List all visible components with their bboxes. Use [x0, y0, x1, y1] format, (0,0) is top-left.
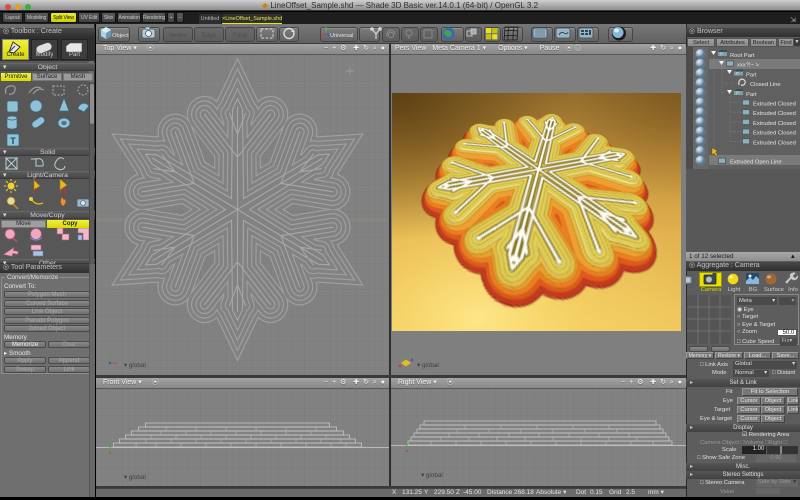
svg-text:Extruded Closed: Extruded Closed: [753, 131, 796, 137]
svg-text:▾ global: ▾ global: [421, 472, 443, 479]
svg-text:Part: Part: [746, 92, 757, 98]
svg-text:Extruded Closed: Extruded Closed: [753, 102, 796, 108]
svg-text:Extruded Open Line: Extruded Open Line: [730, 160, 782, 166]
svg-text:Extruded Closed: Extruded Closed: [753, 121, 796, 127]
svg-text:T: T: [10, 136, 16, 146]
svg-text:Extruded Closed: Extruded Closed: [753, 111, 796, 117]
svg-text:Extruded Closed: Extruded Closed: [753, 140, 796, 146]
svg-text:▾ global: ▾ global: [124, 474, 146, 481]
svg-text:Part: Part: [746, 72, 757, 78]
svg-text:Edge: Edge: [202, 32, 217, 39]
svg-text:▾ global: ▾ global: [417, 362, 439, 369]
svg-text:Object: Object: [112, 33, 129, 39]
svg-text:Closed Line: Closed Line: [750, 82, 781, 88]
svg-text:xxx?!~ >: xxx?!~ >: [737, 63, 760, 69]
svg-text:Face: Face: [233, 32, 247, 39]
svg-text:▾ global: ▾ global: [124, 362, 146, 369]
svg-text:Vertex: Vertex: [169, 32, 188, 39]
svg-text:Root Part: Root Part: [730, 53, 755, 59]
svg-text:Universal: Universal: [330, 33, 353, 39]
